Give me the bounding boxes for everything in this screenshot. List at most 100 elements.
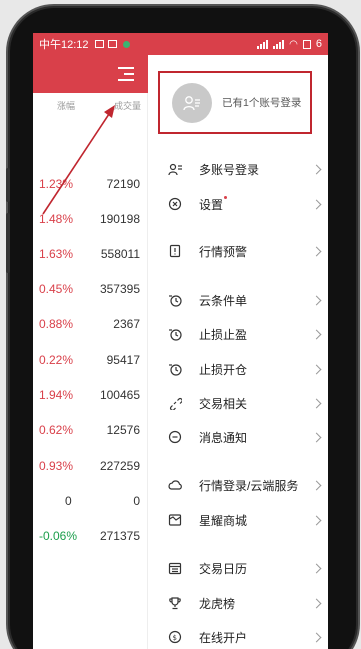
multi-account-icon xyxy=(168,162,182,176)
stock-change: 0.88% xyxy=(39,317,74,331)
menu-item-settings[interactable]: 设置 xyxy=(148,187,328,221)
menu-label-text: 星耀商城 xyxy=(199,513,248,528)
side-drawer: 已有1个账号登录 多账号登录设置行情预警云条件单止损止盈止损开仓交易相关消息通知… xyxy=(148,55,328,649)
stock-list-header xyxy=(33,55,148,93)
chevron-right-icon xyxy=(311,164,322,174)
column-volume-header[interactable]: 成交量 xyxy=(114,99,141,112)
stock-row[interactable]: 1.23% 72190 xyxy=(33,167,148,201)
stock-row[interactable]: 1.63% 558011 xyxy=(33,237,148,271)
menu-item-open-account[interactable]: $ 在线开户 xyxy=(148,620,328,649)
stock-row[interactable]: 0.22% 95417 xyxy=(33,343,148,377)
menu-label-text: 消息通知 xyxy=(199,430,248,445)
cloud-order-icon xyxy=(168,293,182,307)
stock-volume: 12576 xyxy=(106,423,140,437)
menu-label-text: 设置 xyxy=(199,197,224,212)
menu-item-label: 交易相关 xyxy=(199,395,247,412)
link-icon xyxy=(168,396,182,410)
account-status-text: 已有1个账号登录 xyxy=(222,97,302,109)
message-icon xyxy=(168,430,182,444)
chevron-right-icon xyxy=(311,480,322,490)
stock-row[interactable]: 0.45% 357395 xyxy=(33,272,148,306)
new-badge xyxy=(224,195,228,199)
battery-icon xyxy=(302,39,311,49)
stock-row[interactable]: 1.48% 190198 xyxy=(33,202,148,236)
menu-label-text: 行情预警 xyxy=(199,244,248,259)
status-time: 中午12:12 xyxy=(39,39,89,51)
calendar-icon xyxy=(168,561,182,575)
stock-row[interactable]: 0.93% 227259 xyxy=(33,449,148,483)
chevron-right-icon xyxy=(311,563,322,573)
stock-row[interactable]: 1.94% 100465 xyxy=(33,378,148,412)
menu-item-trophy[interactable]: 龙虎榜 xyxy=(148,586,328,620)
stop-open-icon xyxy=(168,362,182,376)
stock-volume: 100465 xyxy=(99,388,140,402)
stock-volume: 227259 xyxy=(99,459,140,473)
stock-volume: 190198 xyxy=(99,212,140,226)
menu-icon[interactable] xyxy=(118,67,136,81)
open-account-icon: $ xyxy=(168,630,182,644)
menu-item-cloud-order[interactable]: 云条件单 xyxy=(148,283,328,317)
menu-item-label: 止损止盈 xyxy=(199,326,247,343)
image-notification-icon xyxy=(107,40,117,48)
stop-profit-icon xyxy=(168,327,182,341)
notification-icon xyxy=(94,40,104,48)
stock-row[interactable]: 0.62% 12576 xyxy=(33,413,148,447)
chevron-right-icon xyxy=(311,295,322,305)
column-change-header[interactable]: 涨幅 xyxy=(57,99,75,112)
account-login-box[interactable]: 已有1个账号登录 xyxy=(158,71,312,134)
menu-item-stop-open[interactable]: 止损开仓 xyxy=(148,352,328,386)
phone-screen: 中午12:12 ◠ 6 涨幅 成交量 1.23% 72190 1.48% 190198… xyxy=(33,33,328,649)
trophy-icon xyxy=(168,596,182,610)
stock-row[interactable]: -0.06% 271375 xyxy=(33,519,148,553)
stock-row[interactable]: 0.88% 2367 xyxy=(33,307,148,341)
stock-change: 0.62% xyxy=(39,423,74,437)
menu-label-text: 在线开户 xyxy=(199,630,248,645)
stock-volume: 0 xyxy=(133,494,140,508)
stock-volume: 2367 xyxy=(113,317,140,331)
menu-item-label: 在线开户 xyxy=(199,629,247,646)
stock-change: 0 xyxy=(65,494,72,508)
stock-list-panel: 涨幅 成交量 1.23% 72190 1.48% 190198 1.63% 558011 0… xyxy=(33,55,148,649)
menu-item-store[interactable]: 星耀商城 xyxy=(148,503,328,537)
stock-volume: 271375 xyxy=(99,529,140,543)
status-bar: 中午12:12 ◠ 6 xyxy=(33,33,328,55)
settings-icon xyxy=(168,197,182,211)
menu-item-calendar[interactable]: 交易日历 xyxy=(148,551,328,585)
volume-button xyxy=(6,168,10,202)
stock-change: 1.94% xyxy=(39,388,74,402)
chevron-right-icon xyxy=(311,364,322,374)
menu-label-text: 云条件单 xyxy=(199,293,248,308)
signal-icon-2 xyxy=(273,39,285,49)
user-icon xyxy=(183,95,200,110)
menu-item-label: 消息通知 xyxy=(199,429,247,446)
menu-item-multi-account[interactable]: 多账号登录 xyxy=(148,152,328,186)
menu-item-cloud-service[interactable]: 行情登录/云端服务 xyxy=(148,468,328,502)
chevron-right-icon xyxy=(311,398,322,408)
store-icon xyxy=(168,513,182,527)
stock-volume: 357395 xyxy=(99,282,140,296)
alert-icon xyxy=(168,244,182,258)
menu-item-label: 云条件单 xyxy=(199,292,247,309)
menu-item-label: 行情登录/云端服务 xyxy=(199,477,298,494)
menu-item-label: 行情预警 xyxy=(199,243,247,260)
menu-item-link[interactable]: 交易相关 xyxy=(148,386,328,420)
menu-label-text: 龙虎榜 xyxy=(199,596,236,611)
menu-item-stop-profit[interactable]: 止损止盈 xyxy=(148,317,328,351)
menu-label-text: 交易相关 xyxy=(199,396,248,411)
svg-text:$: $ xyxy=(173,634,177,642)
stock-volume: 95417 xyxy=(106,353,140,367)
avatar xyxy=(172,82,212,123)
menu-item-alert[interactable]: 行情预警 xyxy=(148,234,328,268)
menu-item-message[interactable]: 消息通知 xyxy=(148,420,328,454)
stock-change: 0.22% xyxy=(39,353,74,367)
stock-row[interactable]: 00 xyxy=(33,484,148,518)
signal-icon xyxy=(257,39,269,49)
stock-change: 0.93% xyxy=(39,459,74,473)
chevron-right-icon xyxy=(311,246,322,256)
chevron-right-icon xyxy=(311,199,322,209)
stock-volume: 72190 xyxy=(106,177,140,191)
chevron-right-icon xyxy=(311,329,322,339)
menu-item-label: 龙虎榜 xyxy=(199,595,235,612)
battery-level: 6 xyxy=(315,38,322,50)
menu-label-text: 止损开仓 xyxy=(199,362,248,377)
